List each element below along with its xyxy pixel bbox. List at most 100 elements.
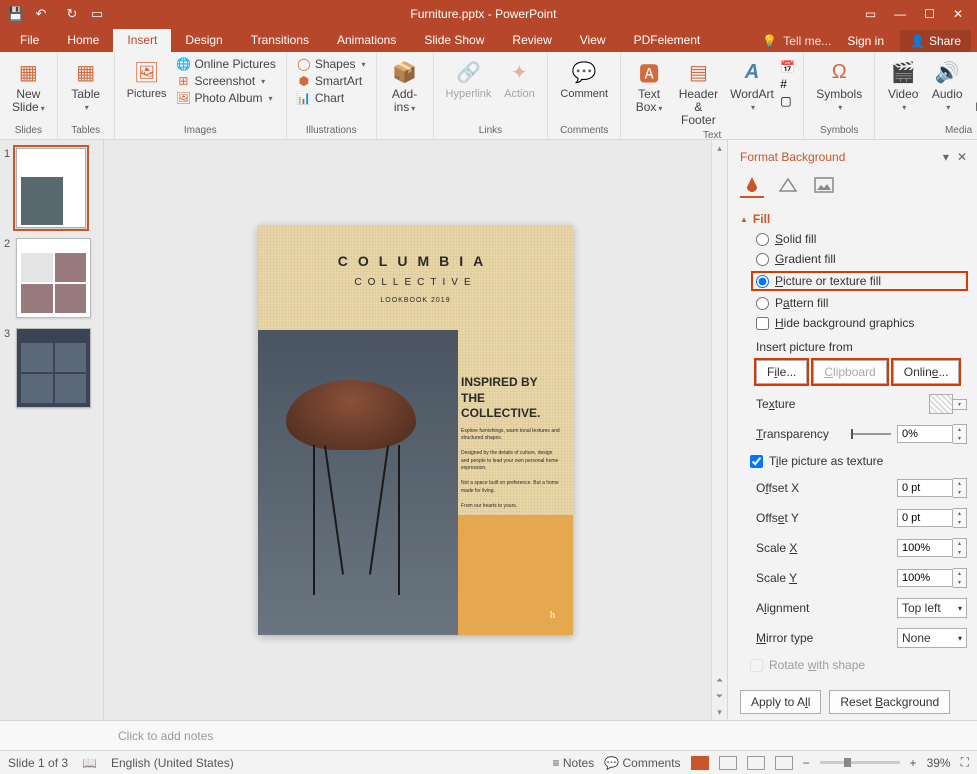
online-button[interactable]: Online...Online... <box>893 360 960 384</box>
scalex-spinner[interactable]: ▴▾ <box>953 538 967 558</box>
picture-fill-option[interactable]: Picture or texture fill <box>752 272 967 290</box>
slide[interactable]: COLUMBIA COLLECTIVE LOOKBOOK 2019 INSPIR… <box>258 225 573 635</box>
ribbon-options-icon[interactable]: ▭ <box>865 7 876 21</box>
spell-check-icon[interactable]: 📖 <box>82 756 97 770</box>
vertical-scrollbar[interactable]: ▴ ⏶⏷ ▾ <box>711 140 727 720</box>
sorter-view-button[interactable] <box>719 756 737 770</box>
hide-graphics-option[interactable]: Hide background graphics <box>756 316 967 330</box>
tile-checkbox[interactable] <box>750 455 763 468</box>
file-button[interactable]: File...File... <box>756 360 807 384</box>
pane-menu-icon[interactable]: ▾ <box>943 150 949 164</box>
pictures-button[interactable]: 🖼 Pictures <box>123 56 171 102</box>
prev-slide-icon[interactable]: ⏶ <box>714 672 725 688</box>
offsetx-input[interactable] <box>897 479 953 497</box>
zoom-level[interactable]: 39% <box>927 756 951 770</box>
reset-background-button[interactable]: Reset BackgroundReset Background <box>829 690 950 714</box>
picture-fill-radio[interactable] <box>756 275 769 288</box>
online-pictures-button[interactable]: 🌐Online Pictures <box>174 56 277 72</box>
scroll-down-icon[interactable]: ▾ <box>712 704 727 720</box>
picture-tab-icon[interactable] <box>812 174 836 198</box>
wordart-button[interactable]: AWordArt▾ <box>728 56 777 115</box>
offsetx-spinner[interactable]: ▴▾ <box>953 478 967 498</box>
undo-icon[interactable]: ↶▾ <box>36 6 52 22</box>
language-indicator[interactable]: English (United States) <box>111 756 234 770</box>
tab-slideshow[interactable]: Slide Show <box>410 29 498 52</box>
chart-button[interactable]: 📊Chart <box>295 90 368 106</box>
slideshow-view-button[interactable] <box>775 756 793 770</box>
solid-fill-radio[interactable] <box>756 233 769 246</box>
redo-icon[interactable]: ↻ <box>64 6 80 22</box>
slide-thumb-3[interactable] <box>16 328 91 408</box>
scaley-input[interactable] <box>897 569 953 587</box>
scaley-spinner[interactable]: ▴▾ <box>953 568 967 588</box>
tab-home[interactable]: Home <box>53 29 113 52</box>
texture-picker[interactable] <box>929 394 953 414</box>
sign-in-button[interactable]: Sign in <box>837 30 894 52</box>
share-button[interactable]: 👤Share <box>900 30 971 52</box>
notes-pane[interactable]: Click to add notes <box>0 720 977 750</box>
video-button[interactable]: 🎬Video▾ <box>883 56 923 115</box>
tab-review[interactable]: Review <box>498 29 565 52</box>
screen-recording-button[interactable]: ⏺ScreenRecording <box>971 56 977 116</box>
minimize-icon[interactable]: — <box>894 7 906 21</box>
pane-close-icon[interactable]: ✕ <box>957 150 967 164</box>
tell-me-search[interactable]: 💡Tell me... <box>762 34 831 48</box>
zoom-slider[interactable] <box>820 761 900 764</box>
gradient-fill-radio[interactable] <box>756 253 769 266</box>
mirror-select[interactable]: None▾ <box>897 628 967 648</box>
zoom-in-button[interactable]: + <box>910 756 917 770</box>
texture-dropdown[interactable]: ▾ <box>953 399 967 410</box>
comments-toggle[interactable]: 💬 Comments <box>604 756 680 770</box>
tile-checkbox-row[interactable]: Tile picture as texture <box>740 454 967 468</box>
table-button[interactable]: ▦ Table▾ <box>66 56 106 115</box>
fill-tab-icon[interactable] <box>740 174 764 198</box>
smartart-button[interactable]: ⬢SmartArt <box>295 73 368 89</box>
save-icon[interactable]: 💾 <box>8 6 24 22</box>
textbox-button[interactable]: 🅰TextBox▾ <box>629 56 669 116</box>
slide-indicator[interactable]: Slide 1 of 3 <box>8 756 68 770</box>
fill-section-header[interactable]: ▲Fill <box>740 212 967 226</box>
audio-button[interactable]: 🔊Audio▾ <box>927 56 967 115</box>
transparency-spinner[interactable]: ▴▾ <box>953 424 967 444</box>
comment-button[interactable]: 💬Comment <box>556 56 612 102</box>
effects-tab-icon[interactable] <box>776 174 800 198</box>
addins-button[interactable]: 📦 Add-ins▾ <box>385 56 425 116</box>
fit-to-window-button[interactable]: ⛶ <box>961 755 969 770</box>
slide-canvas[interactable]: COLUMBIA COLLECTIVE LOOKBOOK 2019 INSPIR… <box>104 140 727 720</box>
shapes-button[interactable]: ◯Shapes▾ <box>295 56 368 72</box>
tab-view[interactable]: View <box>566 29 620 52</box>
apply-all-button[interactable]: Apply to AllApply to All <box>740 690 821 714</box>
slide-thumb-1[interactable] <box>16 148 86 228</box>
tab-animations[interactable]: Animations <box>323 29 410 52</box>
solid-fill-option[interactable]: SSolid fillolid fill <box>756 232 967 246</box>
date-time-icon[interactable]: 📅 <box>780 60 795 74</box>
scalex-input[interactable] <box>897 539 953 557</box>
tab-pdfelement[interactable]: PDFelement <box>620 29 715 52</box>
header-footer-button[interactable]: ▤Header& Footer <box>673 56 724 130</box>
photo-album-button[interactable]: 🖼Photo Album▾ <box>174 90 277 106</box>
close-icon[interactable]: ✕ <box>953 7 963 21</box>
normal-view-button[interactable] <box>691 756 709 770</box>
tab-design[interactable]: Design <box>171 29 236 52</box>
alignment-select[interactable]: Top left▾ <box>897 598 967 618</box>
transparency-input[interactable] <box>897 425 953 443</box>
scroll-up-icon[interactable]: ▴ <box>712 140 727 156</box>
transparency-slider[interactable] <box>851 433 891 435</box>
notes-toggle[interactable]: ≡ Notes <box>553 756 595 770</box>
slide-number-icon[interactable]: # <box>780 77 795 91</box>
slide-thumb-2[interactable] <box>16 238 91 318</box>
next-slide-icon[interactable]: ⏷ <box>714 688 725 704</box>
gradient-fill-option[interactable]: Gradient fill <box>756 252 967 266</box>
maximize-icon[interactable]: ☐ <box>924 7 935 21</box>
zoom-out-button[interactable]: − <box>803 756 810 770</box>
offsety-spinner[interactable]: ▴▾ <box>953 508 967 528</box>
offsety-input[interactable] <box>897 509 953 527</box>
object-icon[interactable]: ▢ <box>780 94 795 108</box>
start-from-beginning-icon[interactable]: ▭▾ <box>92 6 108 22</box>
pattern-fill-option[interactable]: Pattern fill <box>756 296 967 310</box>
reading-view-button[interactable] <box>747 756 765 770</box>
new-slide-button[interactable]: ▦ NewSlide▾ <box>8 56 49 116</box>
tab-transitions[interactable]: Transitions <box>237 29 323 52</box>
screenshot-button[interactable]: ⊞Screenshot▾ <box>174 73 277 89</box>
symbols-button[interactable]: ΩSymbols▾ <box>812 56 866 115</box>
